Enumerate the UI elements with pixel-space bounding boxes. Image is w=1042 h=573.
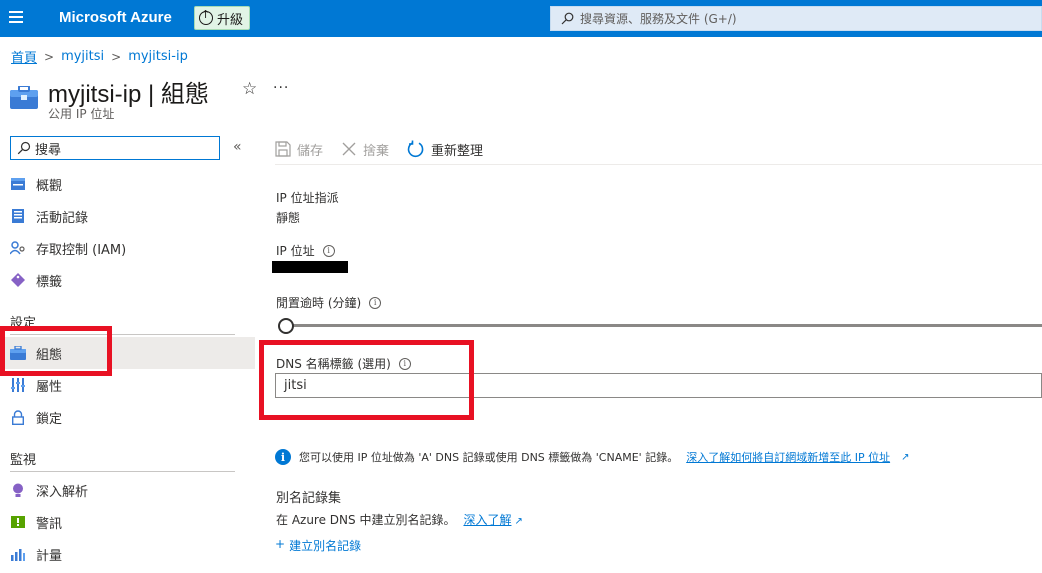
divider	[10, 471, 235, 472]
brand-name[interactable]: Microsoft Azure	[59, 9, 172, 26]
sidebar-item-label: 存取控制 (IAM)	[36, 242, 127, 258]
arrow-up-circle-icon	[199, 8, 213, 25]
breadcrumb-resource[interactable]: myjitsi-ip	[128, 49, 188, 64]
refresh-icon	[407, 140, 424, 158]
idle-timeout-slider-thumb[interactable]	[278, 318, 294, 334]
iam-icon	[10, 240, 26, 256]
overview-icon	[10, 176, 26, 192]
idle-timeout-slider-track[interactable]	[286, 324, 1042, 327]
info-text: 您可以使用 IP 位址做為 'A' DNS 記錄或使用 DNS 標籤做為 'CN…	[299, 451, 679, 464]
ip-assignment-label-text: IP 位址指派	[276, 191, 339, 205]
sidebar-item-label: 深入解析	[36, 484, 89, 500]
idle-timeout-label: 閒置逾時 (分鐘) i	[276, 294, 382, 311]
create-alias-record-button[interactable]: + 建立別名記錄	[275, 537, 361, 554]
sidebar-item-label: 屬性	[36, 379, 63, 395]
close-icon	[342, 142, 356, 156]
sidebar-item-alerts[interactable]: 警訊	[0, 506, 255, 538]
highlight-box-dns	[259, 340, 474, 420]
sidebar-item-tags[interactable]: 標籤	[0, 264, 255, 296]
custom-domain-link[interactable]: 深入了解如何將自訂網域新增至此 IP 位址	[686, 449, 890, 465]
chevron-right-icon: >	[44, 49, 55, 64]
section-monitoring-heading: 監視	[10, 453, 37, 468]
sidebar-item-locks[interactable]: 鎖定	[0, 401, 255, 433]
page-subtitle: 公用 IP 位址	[48, 107, 115, 121]
top-bar: Microsoft Azure 升級 搜尋資源、服務及文件 (G+/)	[0, 0, 1042, 37]
ip-address-label: IP 位址 i	[276, 242, 335, 259]
external-link-icon: ↗	[514, 516, 523, 527]
global-search-input[interactable]: 搜尋資源、服務及文件 (G+/)	[550, 6, 1042, 31]
breadcrumb: 首頁 > myjitsi > myjitsi-ip	[11, 47, 188, 66]
refresh-label: 重新整理	[431, 143, 484, 159]
info-banner: i 您可以使用 IP 位址做為 'A' DNS 記錄或使用 DNS 標籤做為 '…	[275, 449, 909, 465]
search-icon	[17, 141, 31, 155]
save-button[interactable]: 儲存	[275, 140, 323, 159]
chevron-right-icon: >	[111, 49, 122, 64]
global-search-placeholder: 搜尋資源、服務及文件 (G+/)	[580, 12, 737, 26]
refresh-button[interactable]: 重新整理	[407, 140, 483, 159]
ip-address-label-text: IP 位址	[276, 244, 315, 258]
insights-icon	[10, 482, 26, 498]
nav-search-placeholder: 搜尋	[35, 142, 62, 158]
alias-record-text: 在 Azure DNS 中建立別名記錄。	[276, 513, 456, 527]
sidebar-item-label: 概觀	[36, 178, 63, 194]
activity-log-icon	[10, 208, 26, 224]
breadcrumb-home[interactable]: 首頁	[11, 47, 37, 66]
upgrade-button[interactable]: 升級	[194, 6, 251, 30]
sidebar-item-iam[interactable]: 存取控制 (IAM)	[0, 232, 255, 264]
command-bar: 儲存 捨棄 重新整理	[275, 135, 483, 163]
ip-assignment-label: IP 位址指派	[276, 189, 339, 206]
ip-assignment-value: 靜態	[276, 211, 301, 225]
info-filled-icon: i	[275, 449, 291, 465]
sidebar-item-label: 標籤	[36, 274, 63, 290]
sidebar-item-overview[interactable]: 概觀	[0, 168, 255, 200]
metrics-icon	[10, 546, 26, 562]
alias-record-set-heading: 別名記錄集	[276, 491, 342, 506]
more-options-icon[interactable]: ···	[273, 80, 289, 96]
favorite-star-icon[interactable]: ☆	[242, 79, 257, 99]
lock-icon	[10, 409, 26, 425]
sidebar-item-label: 警訊	[36, 516, 63, 532]
info-icon[interactable]: i	[369, 296, 382, 309]
alias-record-description: 在 Azure DNS 中建立別名記錄。 深入了解 ↗	[276, 511, 523, 528]
breadcrumb-resource-group[interactable]: myjitsi	[61, 49, 104, 64]
idle-timeout-label-text: 閒置逾時 (分鐘)	[276, 296, 362, 310]
alerts-icon	[10, 514, 26, 530]
toolbar-divider	[275, 164, 1042, 165]
upgrade-label: 升級	[217, 12, 244, 28]
public-ip-icon	[10, 86, 38, 109]
collapse-nav-icon[interactable]: «	[233, 139, 242, 155]
sidebar-item-activity-log[interactable]: 活動記錄	[0, 200, 255, 232]
search-icon	[561, 12, 574, 25]
plus-icon: +	[275, 537, 286, 551]
external-link-icon: ↗	[901, 451, 910, 463]
tag-icon	[10, 272, 26, 288]
hamburger-menu-icon[interactable]	[6, 8, 26, 28]
discard-label: 捨棄	[363, 143, 390, 159]
learn-more-link[interactable]: 深入了解	[463, 513, 511, 527]
info-icon[interactable]: i	[322, 244, 335, 257]
sidebar-item-metrics[interactable]: 計量	[0, 538, 255, 570]
discard-button[interactable]: 捨棄	[341, 140, 389, 159]
highlight-box-configuration	[0, 326, 112, 376]
sidebar-item-insights[interactable]: 深入解析	[0, 474, 255, 506]
sidebar-item-label: 鎖定	[36, 411, 63, 427]
save-icon	[275, 141, 291, 157]
properties-icon	[10, 377, 26, 393]
nav-search-input[interactable]: 搜尋	[10, 136, 220, 160]
page-title: myjitsi-ip | 組態	[48, 81, 209, 108]
sidebar-item-label: 活動記錄	[36, 210, 89, 226]
create-alias-record-label: 建立別名記錄	[289, 539, 362, 553]
sidebar-item-label: 計量	[36, 548, 63, 564]
save-label: 儲存	[297, 143, 324, 159]
ip-address-value-redacted	[272, 261, 348, 273]
